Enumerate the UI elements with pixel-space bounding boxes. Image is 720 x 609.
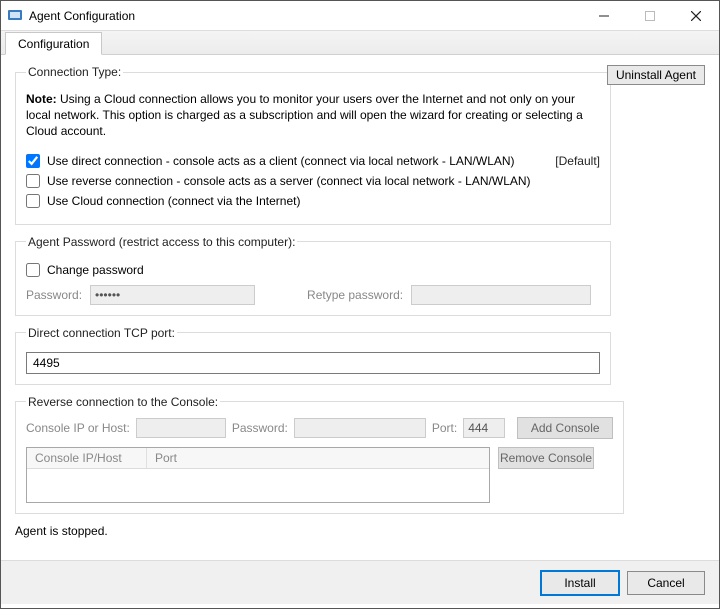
maximize-button[interactable]	[627, 1, 673, 30]
table-header-port: Port	[147, 448, 185, 468]
tcp-port-input[interactable]	[26, 352, 600, 374]
reverse-password-label: Password:	[232, 421, 288, 435]
reverse-port-label: Port:	[432, 421, 457, 435]
footer: Install Cancel	[1, 560, 719, 604]
password-input	[90, 285, 255, 305]
app-icon	[7, 8, 23, 24]
table-header-ip: Console IP/Host	[27, 448, 147, 468]
close-button[interactable]	[673, 1, 719, 30]
console-ip-label: Console IP or Host:	[26, 421, 130, 435]
change-password-label: Change password	[47, 263, 144, 277]
reverse-password-input	[294, 418, 426, 438]
password-label: Password:	[26, 288, 82, 302]
connection-type-group: Connection Type: Note: Using a Cloud con…	[15, 65, 611, 225]
remove-console-button: Remove Console	[498, 447, 594, 469]
change-password-checkbox[interactable]	[26, 263, 40, 277]
retype-password-input	[411, 285, 591, 305]
install-button[interactable]: Install	[541, 571, 619, 595]
console-table: Console IP/Host Port	[26, 447, 490, 503]
direct-connection-label: Use direct connection - console acts as …	[47, 154, 515, 168]
tcp-port-group: Direct connection TCP port:	[15, 326, 611, 385]
reverse-port-input	[463, 418, 505, 438]
default-tag: [Default]	[555, 154, 600, 168]
add-console-button: Add Console	[517, 417, 613, 439]
retype-password-label: Retype password:	[307, 288, 403, 302]
window-title: Agent Configuration	[29, 9, 581, 23]
console-ip-input	[136, 418, 226, 438]
cloud-connection-checkbox[interactable]	[26, 194, 40, 208]
reverse-connection-legend: Reverse connection to the Console:	[26, 395, 220, 409]
tcp-port-legend: Direct connection TCP port:	[26, 326, 177, 340]
tab-configuration[interactable]: Configuration	[5, 32, 102, 55]
reverse-connection-checkbox[interactable]	[26, 174, 40, 188]
agent-password-legend: Agent Password (restrict access to this …	[26, 235, 297, 249]
cloud-connection-label: Use Cloud connection (connect via the In…	[47, 194, 300, 208]
cancel-button[interactable]: Cancel	[627, 571, 705, 595]
reverse-connection-group: Reverse connection to the Console: Conso…	[15, 395, 624, 514]
uninstall-agent-button[interactable]: Uninstall Agent	[607, 65, 705, 85]
tabstrip: Configuration	[1, 31, 719, 55]
connection-type-legend: Connection Type:	[26, 65, 123, 79]
note-text: Using a Cloud connection allows you to m…	[26, 92, 583, 138]
direct-connection-checkbox[interactable]	[26, 154, 40, 168]
agent-password-group: Agent Password (restrict access to this …	[15, 235, 611, 316]
status-text: Agent is stopped.	[15, 524, 705, 538]
reverse-connection-label: Use reverse connection - console acts as…	[47, 174, 531, 188]
note-label: Note:	[26, 92, 57, 106]
titlebar: Agent Configuration	[1, 1, 719, 31]
minimize-button[interactable]	[581, 1, 627, 30]
